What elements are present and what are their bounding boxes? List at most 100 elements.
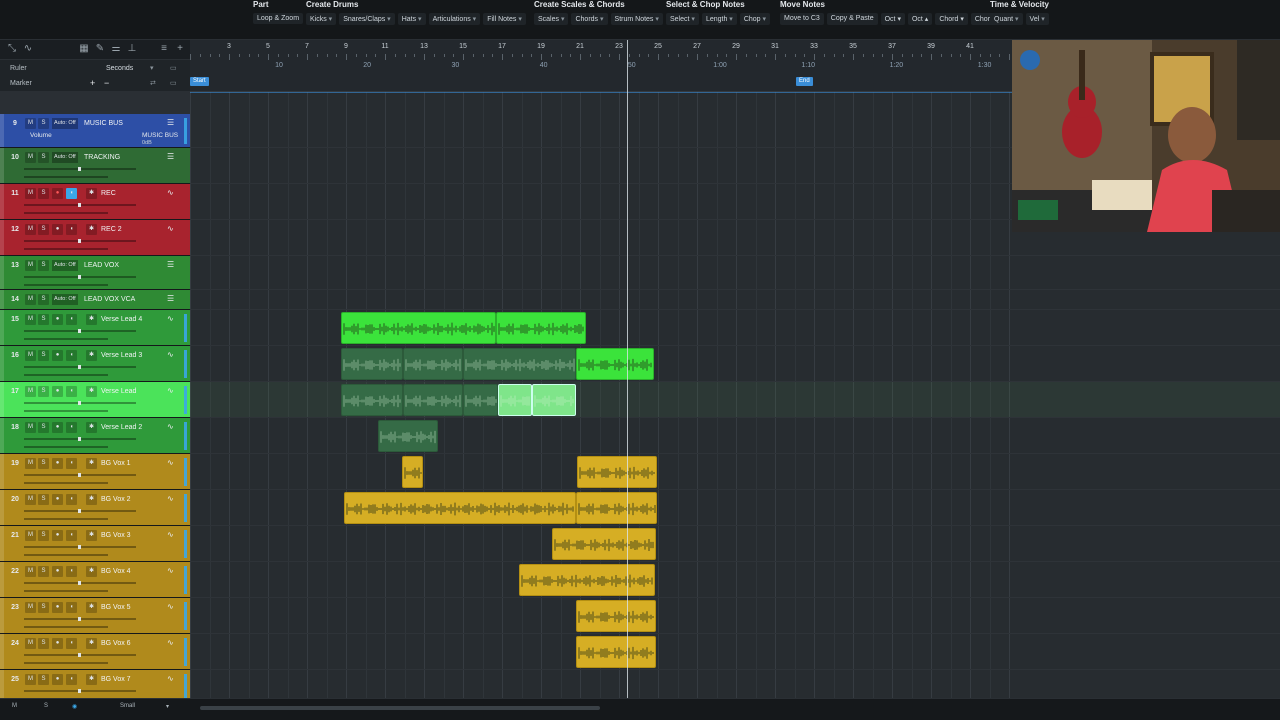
audio-clip[interactable] <box>519 564 655 596</box>
toolbar-button[interactable]: Oct ▴ <box>907 13 933 25</box>
toolbar-button[interactable]: Chords <box>571 13 608 25</box>
track-lane[interactable] <box>190 418 1280 454</box>
fader-handle[interactable] <box>78 437 81 441</box>
audio-clip[interactable] <box>344 492 576 524</box>
fader-handle[interactable] <box>78 365 81 369</box>
audio-clip[interactable] <box>532 384 576 416</box>
audio-clip[interactable] <box>341 312 496 344</box>
mute-button[interactable]: M <box>25 638 36 649</box>
pan-slider[interactable] <box>24 662 108 664</box>
track-header[interactable]: 23 M S ● ◖ ✱ ∿ BG Vox 5 <box>0 598 190 634</box>
track-header[interactable]: 21 M S ● ◖ ✱ ∿ BG Vox 3 <box>0 526 190 562</box>
track-lane[interactable] <box>190 526 1280 562</box>
toolbar-button[interactable]: Strum Notes <box>610 13 663 25</box>
marker-settings-icon[interactable]: ▭ <box>170 75 177 92</box>
pan-slider[interactable] <box>24 446 108 448</box>
mute-button[interactable]: M <box>25 294 36 305</box>
toolbar-button[interactable]: Hats <box>397 13 426 25</box>
pan-slider[interactable] <box>24 554 108 556</box>
track-header[interactable]: 24 M S ● ◖ ✱ ∿ BG Vox 6 <box>0 634 190 670</box>
automation-mode[interactable]: Auto: Off <box>52 152 78 163</box>
track-name[interactable]: BG Vox 6 <box>101 640 131 647</box>
folder-icon[interactable]: ☰ <box>167 294 174 303</box>
folder-icon[interactable]: ☰ <box>167 118 174 127</box>
record-arm-button[interactable]: ● <box>52 494 63 505</box>
folder-icon[interactable]: ☰ <box>167 152 174 161</box>
monitor-button[interactable]: ◖ <box>66 674 77 685</box>
solo-button[interactable]: S <box>38 350 49 361</box>
solo-button[interactable]: S <box>38 530 49 541</box>
audio-clip[interactable] <box>403 384 463 416</box>
timeline-ruler[interactable]: 3 5 7 9 11 13 15 17 19 21 23 25 27 29 31 33 35 37 39 41 10 20… <box>190 40 1012 92</box>
track-header[interactable]: 16 M S ● ◖ ✱ ∿ Verse Lead 3 <box>0 346 190 382</box>
toolbar-button[interactable]: Chord ▾ <box>935 13 968 25</box>
record-arm-button[interactable]: ● <box>52 386 63 397</box>
pan-slider[interactable] <box>24 212 108 214</box>
track-name[interactable]: BG Vox 7 <box>101 676 131 683</box>
volume-fader[interactable] <box>24 329 136 333</box>
pan-slider[interactable] <box>24 482 108 484</box>
fader-handle[interactable] <box>78 545 81 549</box>
track-lane[interactable] <box>190 562 1280 598</box>
solo-button[interactable]: S <box>38 224 49 235</box>
mute-button[interactable]: M <box>25 530 36 541</box>
track-header[interactable]: 11 M S ● ◖ ✱ ∿ REC <box>0 184 190 220</box>
track-header[interactable]: 20 M S ● ◖ ✱ ∿ BG Vox 2 <box>0 490 190 526</box>
solo-button[interactable]: S <box>38 566 49 577</box>
track-settings-icon[interactable]: ✱ <box>86 494 97 505</box>
automation-mode[interactable]: Auto: Off <box>52 294 78 305</box>
volume-fader[interactable] <box>24 689 136 693</box>
pan-slider[interactable] <box>24 590 108 592</box>
fader-handle[interactable] <box>78 653 81 657</box>
mute-button[interactable]: M <box>25 602 36 613</box>
monitor-button[interactable]: ◖ <box>66 530 77 541</box>
global-mute-button[interactable]: M <box>12 703 17 709</box>
track-name[interactable]: Verse Lead 4 <box>101 316 142 323</box>
record-arm-button[interactable]: ● <box>52 458 63 469</box>
solo-button[interactable]: S <box>38 188 49 199</box>
track-settings-icon[interactable]: ✱ <box>86 530 97 541</box>
start-marker[interactable]: Start <box>190 77 209 86</box>
fader-handle[interactable] <box>78 275 81 279</box>
curve-tool-icon[interactable]: ∿ <box>22 43 34 55</box>
track-height-chevron-icon[interactable]: ▾ <box>166 703 169 710</box>
audio-clip[interactable] <box>576 600 656 632</box>
mute-button[interactable]: M <box>25 494 36 505</box>
mute-button[interactable]: M <box>25 674 36 685</box>
audio-clip[interactable] <box>552 528 656 560</box>
monitor-button[interactable]: ◖ <box>66 314 77 325</box>
record-arm-button[interactable]: ● <box>52 638 63 649</box>
solo-button[interactable]: S <box>38 458 49 469</box>
track-lane[interactable] <box>190 598 1280 634</box>
track-name[interactable]: BG Vox 3 <box>101 532 131 539</box>
track-settings-icon[interactable]: ✱ <box>86 422 97 433</box>
track-name[interactable]: BG Vox 5 <box>101 604 131 611</box>
toolbar-button[interactable]: Move to C3 <box>780 13 824 25</box>
audio-clip[interactable] <box>496 312 586 344</box>
track-name[interactable]: REC 2 <box>101 226 122 233</box>
monitor-button[interactable]: ◖ <box>66 638 77 649</box>
track-name[interactable]: Verse Lead 2 <box>101 424 142 431</box>
volume-fader[interactable] <box>24 473 136 477</box>
mute-button[interactable]: M <box>25 458 36 469</box>
mute-button[interactable]: M <box>25 422 36 433</box>
track-header[interactable]: 17 M S ● ◖ ✱ ∿ Verse Lead <box>0 382 190 418</box>
list-icon[interactable]: ≡ <box>158 43 170 55</box>
track-lane[interactable] <box>190 454 1280 490</box>
fader-handle[interactable] <box>78 401 81 405</box>
audio-clip[interactable] <box>463 384 498 416</box>
track-name[interactable]: BG Vox 4 <box>101 568 131 575</box>
monitor-button[interactable]: ◖ <box>66 386 77 397</box>
record-arm-button[interactable]: ● <box>52 602 63 613</box>
toolbar-button[interactable]: Articulations <box>428 13 481 25</box>
track-header[interactable]: 15 M S ● ◖ ✱ ∿ Verse Lead 4 <box>0 310 190 346</box>
volume-fader[interactable] <box>24 167 136 171</box>
automation-mode[interactable]: Auto: Off <box>52 118 78 129</box>
fader-handle[interactable] <box>78 203 81 207</box>
mute-button[interactable]: M <box>25 224 36 235</box>
monitor-button[interactable]: ◖ <box>66 350 77 361</box>
track-header[interactable]: 14 M S Auto: Off ☰ LEAD VOX VCA <box>0 290 190 310</box>
pan-slider[interactable] <box>24 338 108 340</box>
track-settings-icon[interactable]: ✱ <box>86 224 97 235</box>
monitor-button[interactable]: ◖ <box>66 422 77 433</box>
